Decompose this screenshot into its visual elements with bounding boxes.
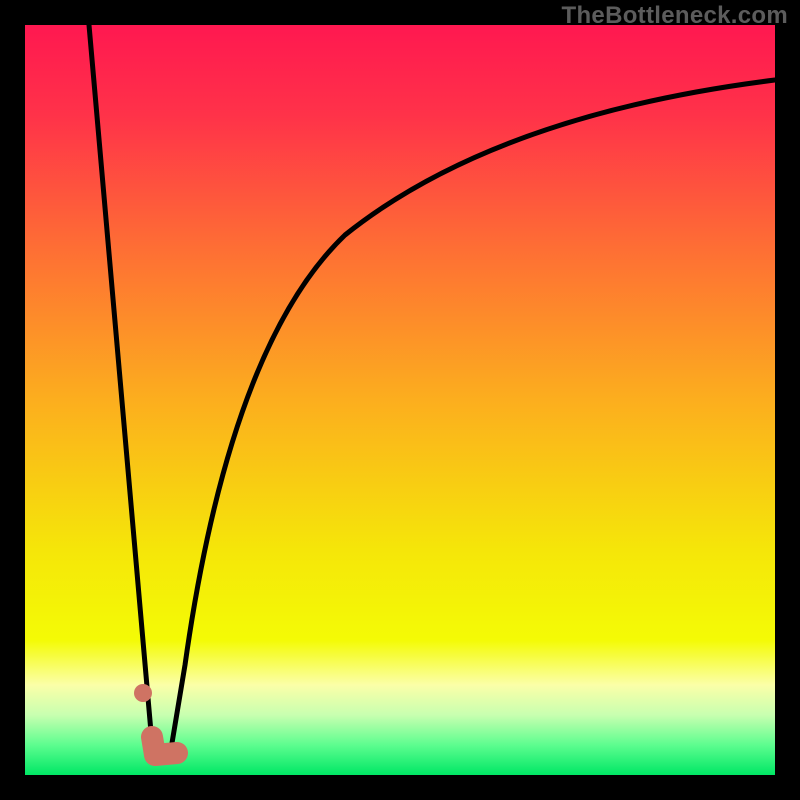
chart-frame: TheBottleneck.com [0, 0, 800, 800]
gradient-background [25, 25, 775, 775]
optimal-dot [134, 684, 152, 702]
bottleneck-plot [25, 25, 775, 775]
